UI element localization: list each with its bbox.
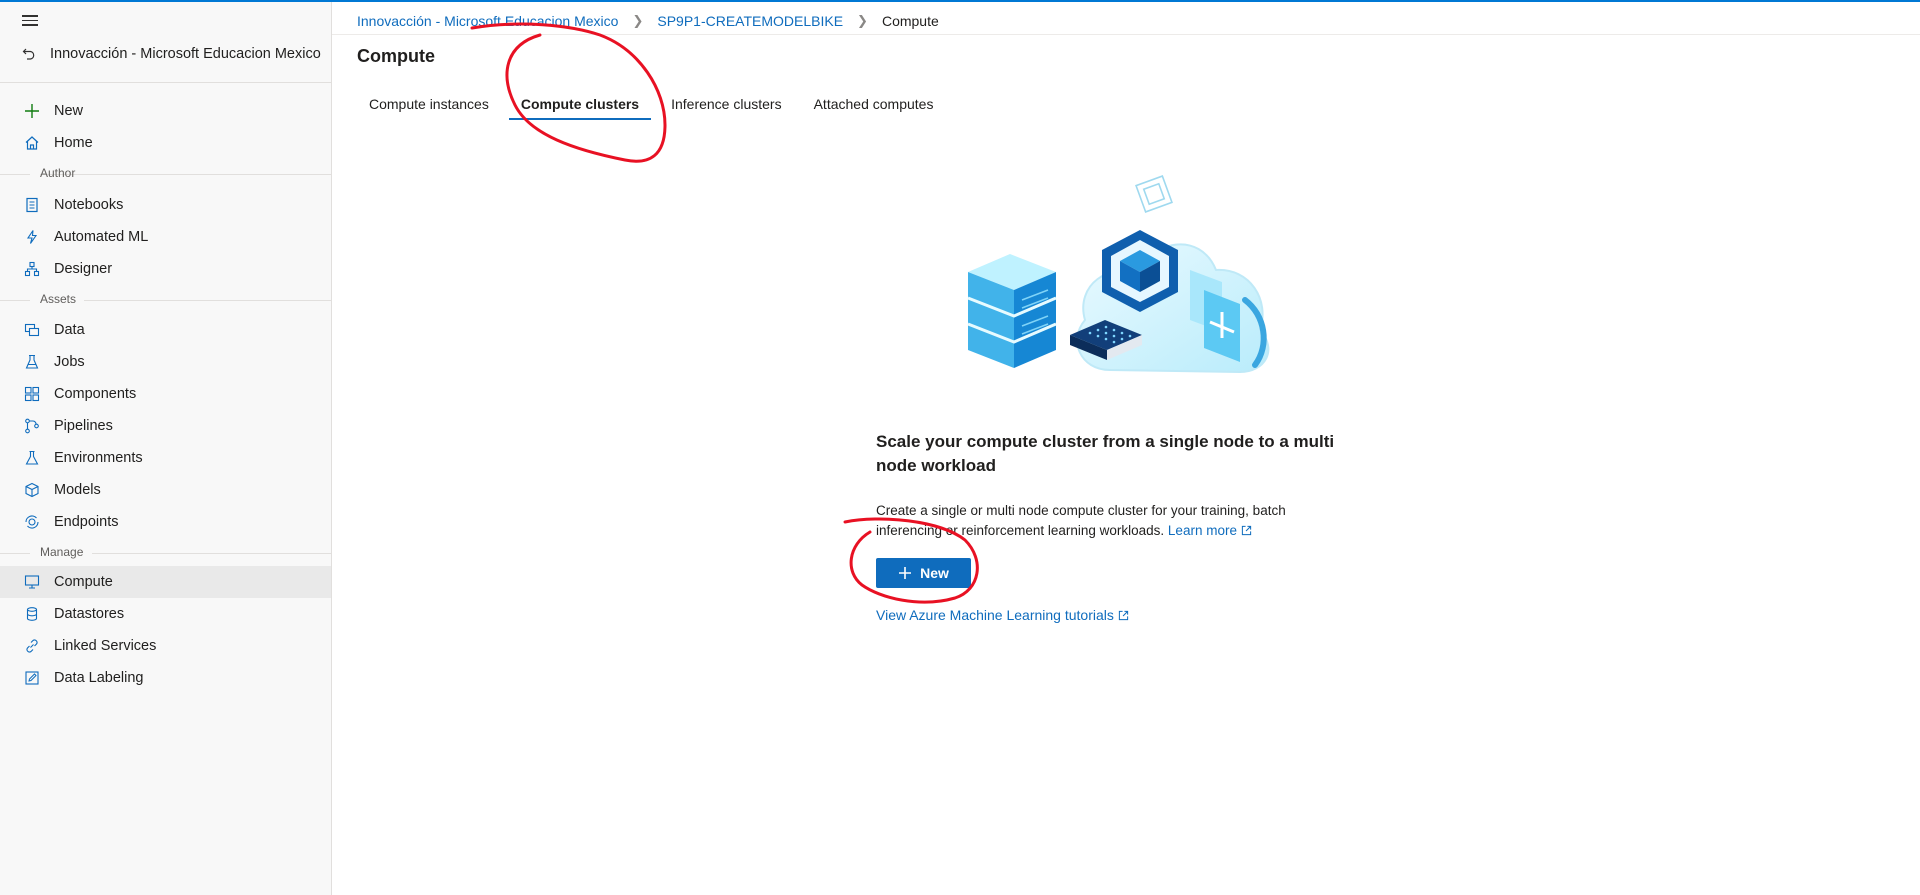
- sidebar-item-label: Endpoints: [54, 514, 119, 530]
- sidebar-item-label: Notebooks: [54, 197, 124, 213]
- sidebar-item-data[interactable]: Data: [0, 314, 331, 346]
- plus-icon: [24, 103, 40, 119]
- monitor-icon: [24, 574, 40, 590]
- workspace-switcher[interactable]: Innovacción - Microsoft Educacion Mexico: [22, 42, 321, 66]
- sidebar-item-label: Pipelines: [54, 418, 113, 434]
- environment-icon: [24, 450, 40, 466]
- empty-state-description: Create a single or multi node compute cl…: [876, 501, 1316, 541]
- new-compute-cluster-button[interactable]: New: [876, 558, 971, 588]
- sidebar-item-notebooks[interactable]: Notebooks: [0, 189, 331, 221]
- breadcrumb: Innovacción - Microsoft Educacion Mexico…: [357, 10, 939, 32]
- sidebar-item-label: Data Labeling: [54, 670, 144, 686]
- sidebar-item-label: Models: [54, 482, 101, 498]
- section-divider: [40, 174, 331, 175]
- link-icon: [24, 638, 40, 654]
- sidebar-item-label: Components: [54, 386, 137, 402]
- sidebar-item-label: Jobs: [54, 354, 85, 370]
- chevron-right-icon: ❯: [632, 13, 644, 28]
- sidebar-item-label: Data: [54, 322, 85, 338]
- flask-icon: [24, 354, 40, 370]
- home-icon: [24, 135, 40, 151]
- sidebar-item-label: New: [54, 103, 84, 119]
- external-link-icon: [1241, 525, 1252, 536]
- empty-state-title: Scale your compute cluster from a single…: [876, 432, 1335, 475]
- section-divider: [84, 300, 331, 301]
- sidebar-item-components[interactable]: Components: [0, 378, 331, 410]
- section-label-assets: Assets: [40, 292, 77, 306]
- sidebar-item-compute[interactable]: Compute: [0, 566, 331, 598]
- page-title: Compute: [357, 46, 435, 66]
- new-button-label: New: [920, 565, 949, 581]
- hamburger-menu-icon[interactable]: [22, 12, 42, 30]
- tab-compute-instances[interactable]: Compute instances: [357, 86, 501, 122]
- cube-icon: [24, 482, 40, 498]
- chevron-right-icon: ❯: [857, 13, 868, 28]
- edit-icon: [24, 670, 40, 686]
- sidebar-item-pipelines[interactable]: Pipelines: [0, 410, 331, 442]
- designer-icon: [24, 261, 40, 277]
- sidebar-item-label: Home: [54, 135, 93, 151]
- components-icon: [24, 386, 40, 402]
- endpoint-icon: [24, 514, 40, 530]
- sidebar-item-designer[interactable]: Designer: [0, 253, 331, 285]
- pipeline-icon: [24, 418, 40, 434]
- learn-more-link[interactable]: Learn more: [1168, 523, 1252, 538]
- automl-icon: [24, 229, 40, 245]
- sidebar-item-home[interactable]: Home: [0, 127, 331, 159]
- tutorials-link[interactable]: View Azure Machine Learning tutorials: [876, 607, 1129, 623]
- sidebar-item-jobs[interactable]: Jobs: [0, 346, 331, 378]
- sidebar-item-linked-services[interactable]: Linked Services: [0, 630, 331, 662]
- sidebar-item-label: Environments: [54, 450, 143, 466]
- compute-tabs: Compute instances Compute clusters Infer…: [357, 86, 953, 122]
- breadcrumb-project-link[interactable]: SP9P1-CREATEMODELBIKE: [657, 13, 843, 29]
- section-label-manage: Manage: [40, 545, 84, 559]
- tab-inference-clusters[interactable]: Inference clusters: [659, 86, 794, 122]
- sidebar-item-environments[interactable]: Environments: [0, 442, 331, 474]
- tab-attached-computes[interactable]: Attached computes: [802, 86, 946, 122]
- sidebar-item-label: Datastores: [54, 606, 125, 622]
- sidebar-item-data-labeling[interactable]: Data Labeling: [0, 662, 331, 694]
- sidebar-item-label: Linked Services: [54, 638, 157, 654]
- data-icon: [24, 322, 40, 338]
- external-link-icon: [1118, 610, 1129, 621]
- sidebar-item-endpoints[interactable]: Endpoints: [0, 506, 331, 538]
- tab-compute-clusters[interactable]: Compute clusters: [508, 86, 652, 122]
- breadcrumb-workspace-link[interactable]: Innovacción - Microsoft Educacion Mexico: [357, 13, 618, 29]
- sidebar-item-models[interactable]: Models: [0, 474, 331, 506]
- sidebar-item-label: Designer: [54, 261, 113, 277]
- database-icon: [24, 606, 40, 622]
- section-label-author: Author: [40, 166, 76, 180]
- sidebar-item-new[interactable]: New: [0, 95, 331, 127]
- header-divider: [332, 34, 1920, 35]
- plus-icon: [899, 567, 912, 579]
- sidebar-divider: [0, 82, 331, 83]
- sidebar-item-label: Automated ML: [54, 229, 149, 245]
- sidebar-item-label: Compute: [54, 574, 113, 590]
- breadcrumb-current: Compute: [881, 13, 939, 29]
- workspace-name: Innovacción - Microsoft Educacion Mexico: [50, 46, 321, 62]
- section-divider: [92, 553, 331, 554]
- sidebar-item-datastores[interactable]: Datastores: [0, 598, 331, 630]
- left-navigation: Innovacción - Microsoft Educacion Mexico…: [0, 2, 332, 895]
- compute-cluster-illustration: [967, 175, 1270, 374]
- sidebar-item-automated-ml[interactable]: Automated ML: [0, 221, 331, 253]
- back-arrow-icon: [22, 48, 35, 60]
- notebook-icon: [24, 197, 40, 213]
